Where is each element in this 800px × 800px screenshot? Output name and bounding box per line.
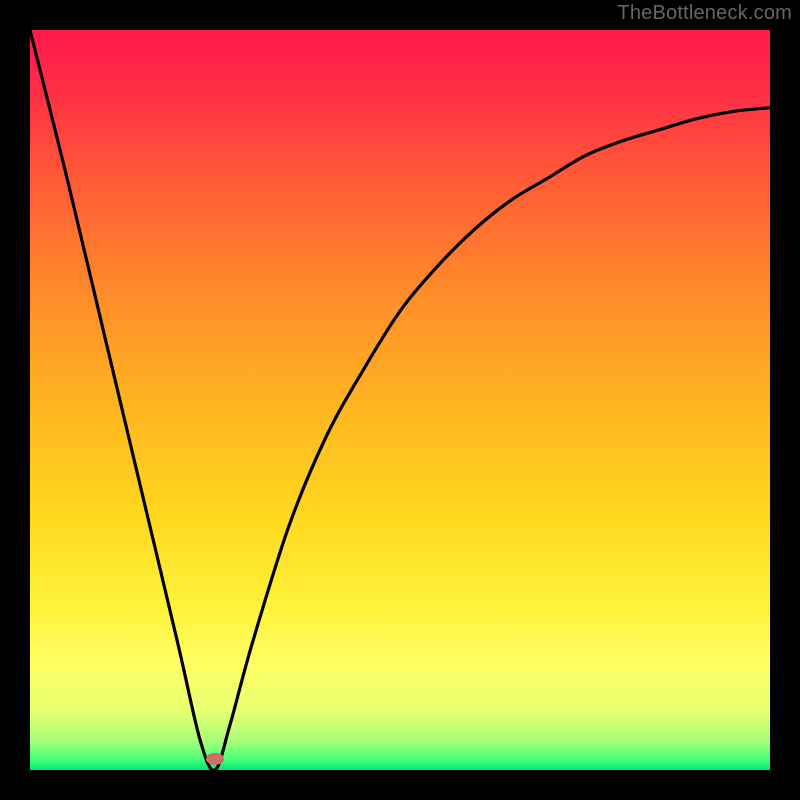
gradient-background	[30, 30, 770, 770]
minimum-marker	[206, 753, 224, 765]
watermark-text: TheBottleneck.com	[617, 2, 792, 25]
plot-area	[30, 30, 770, 770]
chart-frame: TheBottleneck.com	[0, 0, 800, 800]
plot-svg	[30, 30, 770, 770]
